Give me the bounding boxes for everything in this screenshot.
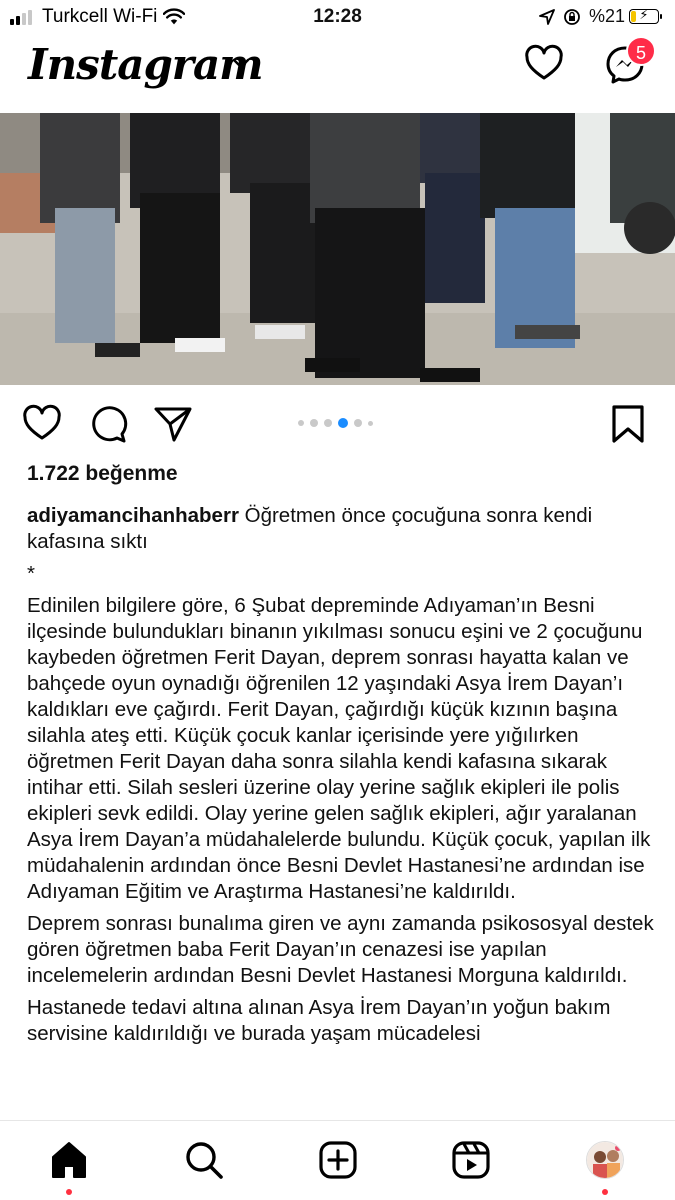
carousel-dot — [354, 419, 362, 427]
heart-icon[interactable] — [524, 44, 564, 84]
caption-paragraph: Hastanede tedavi altına alınan Asya İrem… — [27, 996, 611, 1045]
wifi-icon — [163, 8, 186, 25]
heart-icon[interactable] — [22, 404, 62, 444]
avatar-image — [587, 1142, 623, 1178]
caption-paragraph: Deprem sonrası bunalıma giren ve aynı za… — [27, 912, 654, 987]
reels-icon[interactable] — [450, 1139, 492, 1181]
caption-paragraph: Edinilen bilgilere göre, 6 Şubat depremi… — [27, 594, 651, 903]
post-caption: adiyamancihanhaberr Öğretmen önce çocuğu… — [27, 503, 657, 1053]
carousel-indicator — [298, 418, 379, 428]
carousel-dot — [310, 419, 318, 427]
carousel-dot-active — [338, 418, 348, 428]
status-right: %21 ⚡ — [539, 6, 662, 27]
chevron-down-icon[interactable] — [232, 58, 250, 70]
profile-notification-dot — [602, 1189, 608, 1195]
post-photo[interactable] — [0, 113, 675, 385]
home-icon[interactable] — [48, 1139, 90, 1181]
carousel-dot — [298, 420, 304, 426]
messages-badge: 5 — [626, 36, 656, 66]
caption-username[interactable]: adiyamancihanhaberr — [27, 504, 239, 527]
carousel-dot — [368, 420, 373, 426]
post-photo-image — [0, 113, 675, 385]
status-left: Turkcell Wi-Fi — [10, 6, 186, 28]
comment-icon[interactable] — [88, 404, 128, 444]
share-icon[interactable] — [153, 404, 193, 444]
battery-icon: ⚡ — [629, 7, 662, 24]
bottom-nav — [0, 1120, 675, 1200]
search-icon[interactable] — [183, 1139, 225, 1181]
caption-separator: * — [27, 562, 35, 585]
instagram-logo[interactable]: Instagram — [28, 40, 264, 89]
caption-fade — [0, 1098, 675, 1122]
likes-count[interactable]: 1.722 beğenme — [27, 462, 178, 486]
location-arrow-icon — [539, 8, 555, 25]
battery-percent: %21 — [588, 6, 625, 26]
home-active-dot — [66, 1189, 72, 1195]
carrier-label: Turkcell Wi-Fi — [42, 6, 158, 27]
signal-icon — [10, 9, 34, 25]
orientation-lock-icon — [564, 8, 580, 25]
bookmark-icon[interactable] — [611, 404, 645, 444]
status-bar: Turkcell Wi-Fi 12:28 %21 ⚡ — [0, 0, 675, 36]
post-actions — [0, 400, 675, 450]
profile-avatar[interactable] — [586, 1141, 624, 1179]
app-header: Instagram 5 — [0, 36, 675, 112]
create-icon[interactable] — [317, 1139, 359, 1181]
carousel-dot — [324, 419, 332, 427]
caption-title: adiyamancihanhaberr Öğretmen önce çocuğu… — [27, 503, 657, 555]
